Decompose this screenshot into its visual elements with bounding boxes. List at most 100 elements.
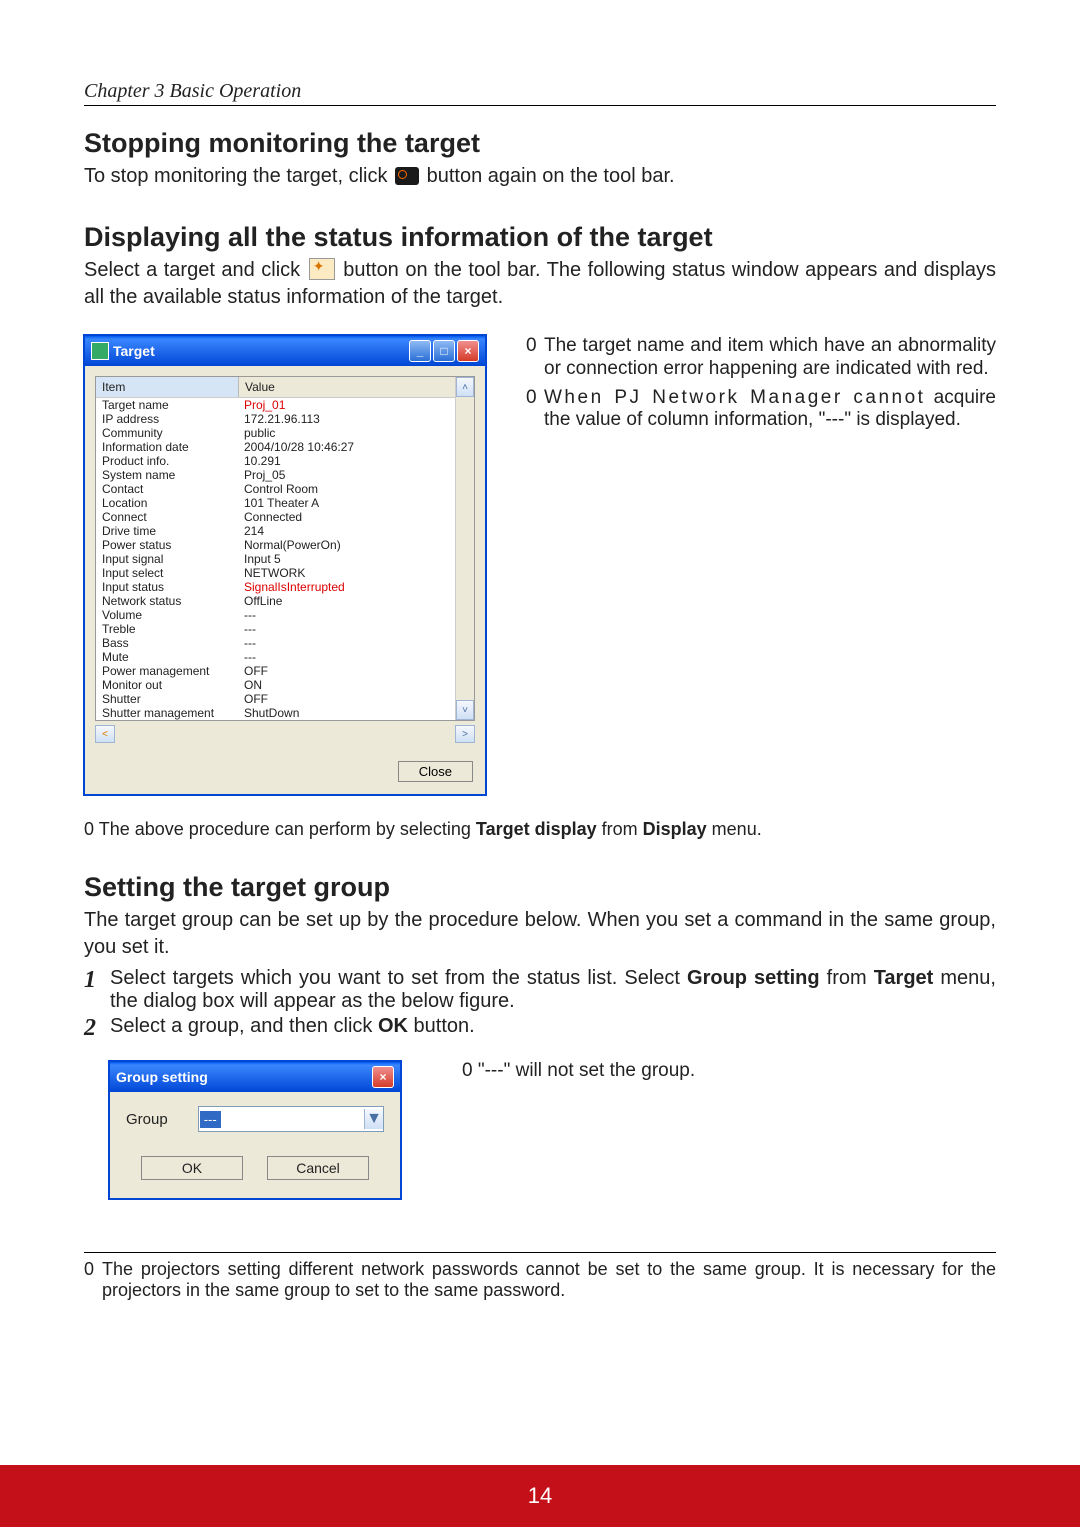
text: from — [597, 819, 643, 839]
value-cell: OFF — [238, 664, 455, 678]
table-row[interactable]: Network statusOffLine — [96, 594, 455, 608]
value-cell: Input 5 — [238, 552, 455, 566]
value-cell: Connected — [238, 510, 455, 524]
item-cell: Power management — [96, 664, 238, 678]
table-row[interactable]: Shutter managementShutDown — [96, 706, 455, 720]
item-cell: Mute — [96, 650, 238, 664]
table-row[interactable]: Product info.10.291 — [96, 454, 455, 468]
status-table: Item Value Target nameProj_01IP address1… — [95, 376, 475, 721]
ok-button[interactable]: OK — [141, 1156, 243, 1180]
item-cell: Location — [96, 496, 238, 510]
note-text: When PJ Network Manager cannot acquire t… — [544, 387, 996, 433]
group-field: Group --- ▼ — [126, 1106, 384, 1132]
menu-item-name: Group setting — [687, 967, 820, 989]
window-title: Target — [113, 343, 155, 359]
close-dialog-button[interactable]: Close — [398, 761, 473, 782]
table-row[interactable]: Mute--- — [96, 650, 455, 664]
procedure-note: 0 The above procedure can perform by sel… — [84, 819, 996, 840]
item-cell: Input signal — [96, 552, 238, 566]
group-note: 0 "---" will not set the group. — [462, 1060, 695, 1082]
cancel-button[interactable]: Cancel — [267, 1156, 369, 1180]
item-cell: Shutter management — [96, 706, 238, 720]
close-button[interactable]: × — [457, 340, 479, 362]
value-cell: 10.291 — [238, 454, 455, 468]
close-button[interactable]: × — [372, 1066, 394, 1088]
table-row[interactable]: Target nameProj_01 — [96, 398, 455, 412]
title-left: Target — [91, 342, 155, 360]
scroll-down-icon[interactable]: ˅ — [456, 700, 474, 720]
horizontal-scrollbar[interactable]: < > — [95, 725, 475, 743]
side-notes: 0 The target name and item which have an… — [526, 335, 996, 795]
minimize-button[interactable]: _ — [409, 340, 431, 362]
item-cell: Power status — [96, 538, 238, 552]
value-cell: 214 — [238, 524, 455, 538]
table-row[interactable]: Information date2004/10/28 10:46:27 — [96, 440, 455, 454]
text: button again on the tool bar. — [427, 165, 675, 187]
value-cell: OffLine — [238, 594, 455, 608]
dialog-body: Group --- ▼ OK Cancel — [110, 1092, 400, 1198]
maximize-button[interactable]: □ — [433, 340, 455, 362]
page-footer-bar: 14 — [0, 1465, 1080, 1527]
note-text: "---" will not set the group. — [478, 1060, 695, 1081]
step-1: 1 Select targets which you want to set f… — [84, 967, 996, 1013]
dialog-buttons: Close — [85, 743, 485, 794]
menu-name: Target — [874, 967, 934, 989]
table-row[interactable]: Drive time214 — [96, 524, 455, 538]
item-cell: IP address — [96, 412, 238, 426]
value-cell: 101 Theater A — [238, 496, 455, 510]
item-cell: Information date — [96, 440, 238, 454]
value-cell: --- — [238, 650, 455, 664]
value-cell: --- — [238, 622, 455, 636]
value-cell: public — [238, 426, 455, 440]
table-row[interactable]: IP address172.21.96.113 — [96, 412, 455, 426]
step-text: Select a group, and then click OK button… — [110, 1015, 996, 1042]
page: Chapter 3 Basic Operation Stopping monit… — [0, 0, 1080, 1527]
scroll-right-icon[interactable]: > — [455, 725, 475, 743]
note-marker: 0 — [526, 335, 544, 381]
text: Select targets which you want to set fro… — [110, 967, 687, 989]
text: To stop monitoring the target, click — [84, 165, 393, 187]
table-row[interactable]: Location101 Theater A — [96, 496, 455, 510]
heading-stopping: Stopping monitoring the target — [84, 128, 996, 159]
vertical-scrollbar[interactable]: ˄ ˅ — [455, 377, 474, 720]
value-cell: NETWORK — [238, 566, 455, 580]
scroll-left-icon[interactable]: < — [95, 725, 115, 743]
col-value[interactable]: Value — [239, 377, 455, 397]
heading-displaying: Displaying all the status information of… — [84, 222, 996, 253]
text: When PJ Network Manager cannot — [544, 387, 925, 408]
col-item[interactable]: Item — [96, 377, 239, 397]
table-row[interactable]: ConnectConnected — [96, 510, 455, 524]
table-row[interactable]: ShutterOFF — [96, 692, 455, 706]
note-marker: 0 — [462, 1060, 473, 1081]
value-cell: --- — [238, 636, 455, 650]
value-cell: ShutDown — [238, 706, 455, 720]
table-row[interactable]: Volume--- — [96, 608, 455, 622]
note-marker: 0 — [84, 1259, 102, 1301]
dialog-buttons: OK Cancel — [126, 1156, 384, 1180]
item-cell: Volume — [96, 608, 238, 622]
value-cell: 172.21.96.113 — [238, 412, 455, 426]
chevron-down-icon[interactable]: ▼ — [364, 1109, 383, 1129]
table-row[interactable]: Treble--- — [96, 622, 455, 636]
table-row[interactable]: Power managementOFF — [96, 664, 455, 678]
page-number: 14 — [528, 1483, 552, 1509]
value-cell: ON — [238, 678, 455, 692]
table-row[interactable]: Communitypublic — [96, 426, 455, 440]
table-row[interactable]: Input signalInput 5 — [96, 552, 455, 566]
table-row[interactable]: Bass--- — [96, 636, 455, 650]
table-row[interactable]: Monitor outON — [96, 678, 455, 692]
step-number: 1 — [84, 967, 110, 1013]
group-label: Group — [126, 1111, 168, 1128]
table-row[interactable]: Input selectNETWORK — [96, 566, 455, 580]
table-row[interactable]: Power statusNormal(PowerOn) — [96, 538, 455, 552]
table-row[interactable]: System nameProj_05 — [96, 468, 455, 482]
item-cell: System name — [96, 468, 238, 482]
footer-note: 0 The projectors setting different netwo… — [84, 1259, 996, 1301]
item-cell: Monitor out — [96, 678, 238, 692]
table-body: Item Value Target nameProj_01IP address1… — [96, 377, 455, 720]
table-row[interactable]: ContactControl Room — [96, 482, 455, 496]
group-select[interactable]: --- ▼ — [198, 1106, 384, 1132]
window-controls: _ □ × — [409, 340, 479, 362]
scroll-up-icon[interactable]: ˄ — [456, 377, 474, 397]
table-row[interactable]: Input statusSignalIsInterrupted — [96, 580, 455, 594]
